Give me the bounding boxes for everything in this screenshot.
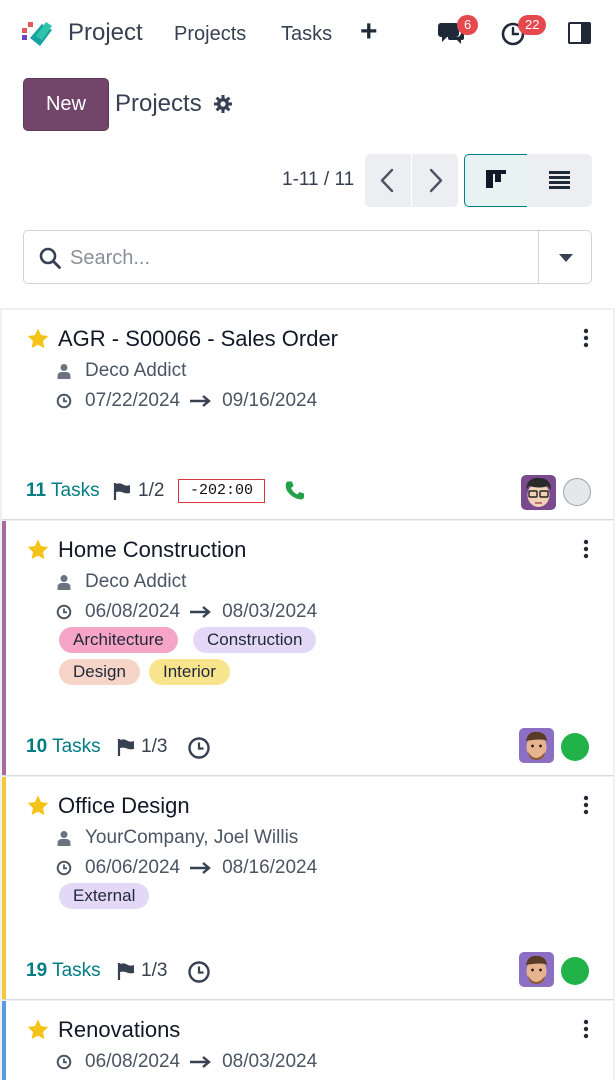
date-end: 09/16/2024 — [222, 390, 318, 411]
activities-count-badge: 22 — [518, 15, 547, 35]
gear-icon[interactable] — [213, 94, 233, 114]
tag-list: External — [59, 883, 359, 911]
date-start: 06/06/2024 — [85, 857, 181, 878]
arrow-right-icon — [190, 395, 211, 407]
toggle-side-panel-icon[interactable] — [568, 22, 591, 44]
date-end: 08/03/2024 — [222, 1051, 318, 1072]
status-indicator[interactable] — [561, 957, 589, 985]
nav-menu-tasks[interactable]: Tasks — [281, 23, 332, 46]
flag-icon — [117, 963, 134, 980]
arrow-right-icon — [190, 862, 211, 874]
list-view-button[interactable] — [527, 154, 592, 207]
tag: Construction — [193, 627, 317, 653]
milestones-count: 1/2 — [138, 480, 165, 501]
user-icon — [57, 575, 71, 590]
nav-menu-projects[interactable]: Projects — [174, 23, 246, 46]
pager-previous-button[interactable] — [365, 154, 411, 207]
search-bar — [23, 230, 592, 284]
pager-value[interactable]: 1-11 / 11 — [282, 169, 354, 191]
new-project-button[interactable]: New — [23, 78, 109, 131]
breadcrumb-projects: Projects — [115, 90, 202, 117]
customer-name: Deco Addict — [85, 360, 187, 381]
kanban-view-icon — [486, 170, 506, 188]
arrow-right-icon — [190, 606, 211, 618]
phone-icon[interactable] — [284, 480, 306, 502]
avatar — [519, 952, 554, 987]
pager-next-button[interactable] — [412, 154, 458, 207]
app-title[interactable]: Project — [68, 19, 143, 47]
kanban-view-button[interactable] — [464, 154, 528, 207]
tasks-link[interactable]: 11 Tasks — [26, 480, 100, 502]
project-title: AGR - S00066 - Sales Order — [58, 326, 339, 351]
date-end: 08/03/2024 — [222, 601, 318, 622]
flag-icon — [117, 739, 134, 756]
chevron-left-icon — [380, 168, 394, 193]
time-remaining-badge: -202:00 — [178, 479, 265, 503]
date-start: 06/08/2024 — [85, 601, 181, 622]
card-menu-icon[interactable] — [578, 794, 594, 816]
tag-list: Architecture Construction Design Interio… — [59, 627, 359, 687]
date-end: 08/16/2024 — [222, 857, 318, 878]
tag: External — [59, 883, 150, 909]
project-title: Home Construction — [58, 537, 247, 562]
activity-clock-icon[interactable] — [187, 960, 211, 984]
tag: Interior — [149, 659, 230, 685]
clock-icon — [56, 1054, 72, 1070]
flag-icon — [113, 483, 130, 500]
status-indicator[interactable] — [561, 733, 589, 761]
tasks-link[interactable]: 19 Tasks — [26, 960, 101, 982]
search-options-toggle[interactable] — [539, 231, 592, 283]
project-card[interactable]: Renovations 06/08/2024 08/03/2024 — [2, 1001, 613, 1080]
project-title: Office Design — [58, 793, 190, 818]
favorite-star-icon[interactable] — [26, 538, 50, 562]
search-icon — [39, 247, 61, 269]
clock-icon — [56, 860, 72, 876]
search-input[interactable] — [70, 245, 530, 271]
list-view-icon — [549, 171, 570, 189]
tag: Design — [59, 659, 140, 685]
quick-create-plus-icon[interactable]: + — [360, 17, 378, 47]
clock-icon — [56, 393, 72, 409]
customer-name: YourCompany, Joel Willis — [85, 827, 299, 848]
card-menu-icon[interactable] — [578, 1018, 594, 1040]
project-app-logo-icon[interactable] — [22, 18, 54, 48]
milestones-count: 1/3 — [141, 736, 168, 757]
activity-clock-icon[interactable] — [187, 736, 211, 760]
milestones-count: 1/3 — [141, 960, 168, 981]
card-menu-icon[interactable] — [578, 538, 594, 560]
customer-name: Deco Addict — [85, 571, 187, 592]
pager-buttons — [365, 154, 458, 207]
messages-count-badge: 6 — [457, 15, 479, 35]
card-menu-icon[interactable] — [578, 327, 594, 349]
date-start: 06/08/2024 — [85, 1051, 181, 1072]
status-indicator[interactable] — [563, 478, 591, 506]
date-start: 07/22/2024 — [85, 390, 181, 411]
user-icon — [57, 831, 71, 846]
project-card[interactable]: AGR - S00066 - Sales Order Deco Addict 0… — [2, 310, 613, 520]
clock-icon — [56, 604, 72, 620]
chevron-right-icon — [429, 168, 443, 193]
favorite-star-icon[interactable] — [26, 327, 50, 351]
avatar — [519, 728, 554, 763]
kanban-view: AGR - S00066 - Sales Order Deco Addict 0… — [0, 308, 615, 1080]
tag: Architecture — [59, 627, 178, 653]
avatar — [521, 475, 556, 510]
favorite-star-icon[interactable] — [26, 1018, 50, 1042]
project-title: Renovations — [58, 1017, 181, 1042]
favorite-star-icon[interactable] — [26, 794, 50, 818]
tasks-link[interactable]: 10 Tasks — [26, 736, 101, 758]
arrow-right-icon — [190, 1056, 211, 1068]
caret-down-icon — [559, 254, 573, 262]
user-icon — [57, 364, 71, 379]
top-navbar: Project Projects Tasks + 6 22 — [0, 0, 615, 66]
